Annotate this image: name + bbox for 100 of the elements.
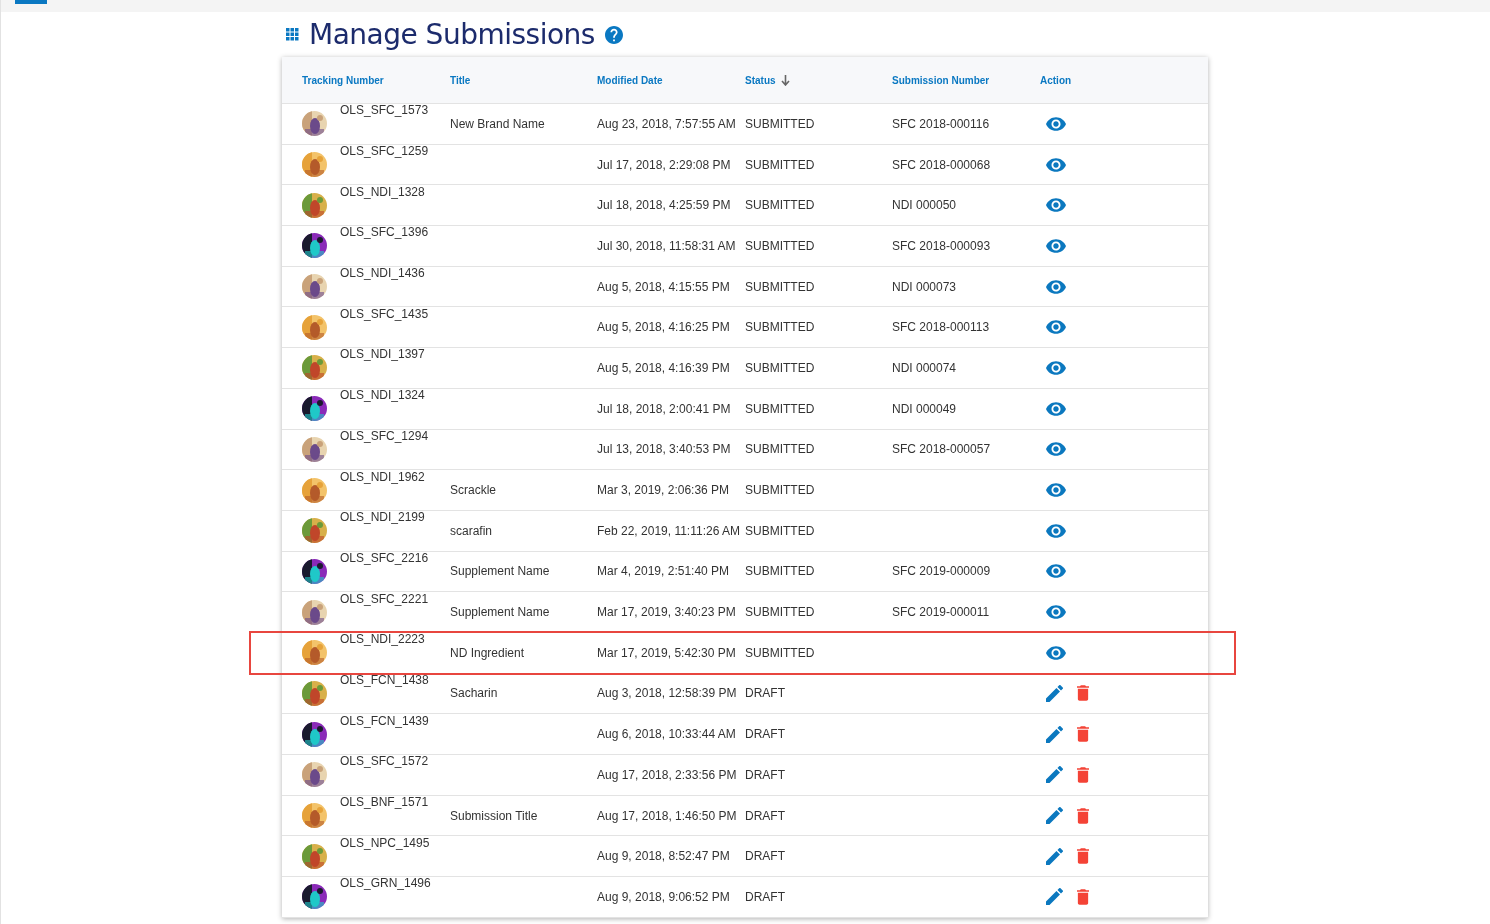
submission-number: SFC 2019-000009 — [892, 564, 991, 579]
submission-number: SFC 2018-000113 — [892, 320, 990, 335]
status: DRAFT — [745, 889, 785, 904]
view-button[interactable] — [1046, 198, 1066, 213]
delete-button[interactable] — [1077, 848, 1089, 865]
tracking-number: OLS_BNF_1571 — [340, 795, 429, 810]
column-header[interactable]: Submission Number — [892, 74, 990, 86]
submission-title: Sacharin — [450, 686, 498, 701]
view-button[interactable] — [1046, 523, 1066, 538]
status: SUBMITTED — [745, 157, 815, 172]
edit-button[interactable] — [1046, 766, 1063, 784]
tracking-number: OLS_SFC_1572 — [340, 754, 429, 769]
eye-icon — [1046, 442, 1066, 457]
pencil-icon — [1046, 888, 1063, 906]
pencil-icon — [1046, 684, 1063, 702]
view-button[interactable] — [1046, 605, 1066, 620]
eye-icon — [1046, 523, 1066, 538]
submission-number: SFC 2018-000093 — [892, 238, 991, 253]
view-button[interactable] — [1046, 238, 1066, 253]
column-header[interactable]: Action — [1040, 74, 1072, 86]
submission-title: scarafin — [450, 523, 493, 538]
modified-date: Aug 17, 2018, 2:33:56 PM — [597, 767, 737, 782]
view-button[interactable] — [1046, 483, 1066, 498]
column-header[interactable]: Status — [745, 74, 790, 86]
modified-date: Jul 17, 2018, 2:29:08 PM — [597, 157, 731, 172]
tracking-number: OLS_NDI_1324 — [340, 388, 425, 403]
modified-date: Aug 17, 2018, 1:46:50 PM — [597, 808, 737, 823]
modified-date: Jul 18, 2018, 4:25:59 PM — [597, 198, 731, 213]
eye-icon — [1046, 401, 1066, 416]
tracking-number: OLS_NPC_1495 — [340, 835, 430, 850]
submission-number: NDI 000049 — [892, 401, 957, 416]
submission-title: ND Ingredient — [450, 645, 525, 660]
edit-button[interactable] — [1046, 725, 1063, 743]
delete-button[interactable] — [1077, 685, 1089, 702]
column-header[interactable]: Title — [450, 74, 471, 86]
submission-title: Supplement Name — [450, 605, 550, 620]
modified-date: Aug 5, 2018, 4:16:25 PM — [597, 320, 730, 335]
page-title: Manage Submissions — [309, 18, 595, 51]
tracking-number: OLS_GRN_1496 — [340, 876, 431, 891]
modified-date: Mar 4, 2019, 2:51:40 PM — [597, 564, 730, 579]
status: SUBMITTED — [745, 401, 815, 416]
modified-date: Aug 5, 2018, 4:15:55 PM — [597, 279, 730, 294]
pencil-icon — [1046, 766, 1063, 784]
delete-button[interactable] — [1077, 726, 1089, 743]
view-button[interactable] — [1046, 401, 1066, 416]
modified-date: Mar 17, 2019, 3:40:23 PM — [597, 605, 736, 620]
view-button[interactable] — [1046, 320, 1066, 335]
status: SUBMITTED — [745, 198, 815, 213]
modified-date: Aug 6, 2018, 10:33:44 AM — [597, 727, 736, 742]
status: SUBMITTED — [745, 523, 815, 538]
modified-date: Feb 22, 2019, 11:11:26 AM — [597, 523, 740, 538]
view-button[interactable] — [1046, 645, 1066, 660]
view-button[interactable] — [1046, 564, 1066, 579]
status: SUBMITTED — [745, 279, 815, 294]
help-icon[interactable] — [604, 25, 623, 44]
eye-icon — [1046, 116, 1066, 131]
submission-number: SFC 2018-000116 — [892, 116, 990, 131]
view-button[interactable] — [1046, 279, 1066, 294]
submission-number: SFC 2018-000057 — [892, 442, 991, 457]
tracking-number: OLS_SFC_1396 — [340, 225, 429, 240]
submission-number: NDI 000073 — [892, 279, 957, 294]
status: DRAFT — [745, 808, 785, 823]
tracking-number: OLS_NDI_2223 — [340, 632, 425, 647]
status: SUBMITTED — [745, 238, 815, 253]
modified-date: Aug 23, 2018, 7:57:55 AM — [597, 116, 736, 131]
trash-icon — [1077, 685, 1089, 702]
tracking-number: OLS_NDI_1436 — [340, 266, 425, 281]
delete-button[interactable] — [1077, 766, 1089, 783]
view-button[interactable] — [1046, 116, 1066, 131]
view-button[interactable] — [1046, 442, 1066, 457]
status: SUBMITTED — [745, 645, 815, 660]
delete-button[interactable] — [1077, 888, 1089, 905]
submission-number: SFC 2019-000011 — [892, 605, 990, 620]
tracking-number: OLS_NDI_1328 — [340, 184, 425, 199]
eye-icon — [1046, 564, 1066, 579]
eye-icon — [1046, 320, 1066, 335]
column-header[interactable]: Tracking Number — [302, 74, 384, 86]
submission-title: New Brand Name — [450, 116, 545, 131]
modified-date: Jul 30, 2018, 11:58:31 AM — [597, 238, 736, 253]
submission-title: Supplement Name — [450, 564, 550, 579]
tracking-number: OLS_SFC_1573 — [340, 103, 429, 118]
status: SUBMITTED — [745, 442, 815, 457]
delete-button[interactable] — [1077, 807, 1089, 824]
edit-button[interactable] — [1046, 684, 1063, 702]
modified-date: Jul 13, 2018, 3:40:53 PM — [597, 442, 731, 457]
view-button[interactable] — [1046, 360, 1066, 375]
modified-date: Mar 17, 2019, 5:42:30 PM — [597, 645, 736, 660]
view-button[interactable] — [1046, 157, 1066, 172]
edit-button[interactable] — [1046, 888, 1063, 906]
trash-icon — [1077, 807, 1089, 824]
tracking-number: OLS_SFC_2216 — [340, 550, 429, 565]
eye-icon — [1046, 279, 1066, 294]
eye-icon — [1046, 157, 1066, 172]
status: SUBMITTED — [745, 605, 815, 620]
edit-button[interactable] — [1046, 807, 1063, 825]
status: DRAFT — [745, 849, 785, 864]
column-header[interactable]: Modified Date — [597, 74, 663, 86]
tracking-number: OLS_FCN_1439 — [340, 713, 429, 728]
submission-number: NDI 000050 — [892, 198, 957, 213]
edit-button[interactable] — [1046, 847, 1063, 865]
